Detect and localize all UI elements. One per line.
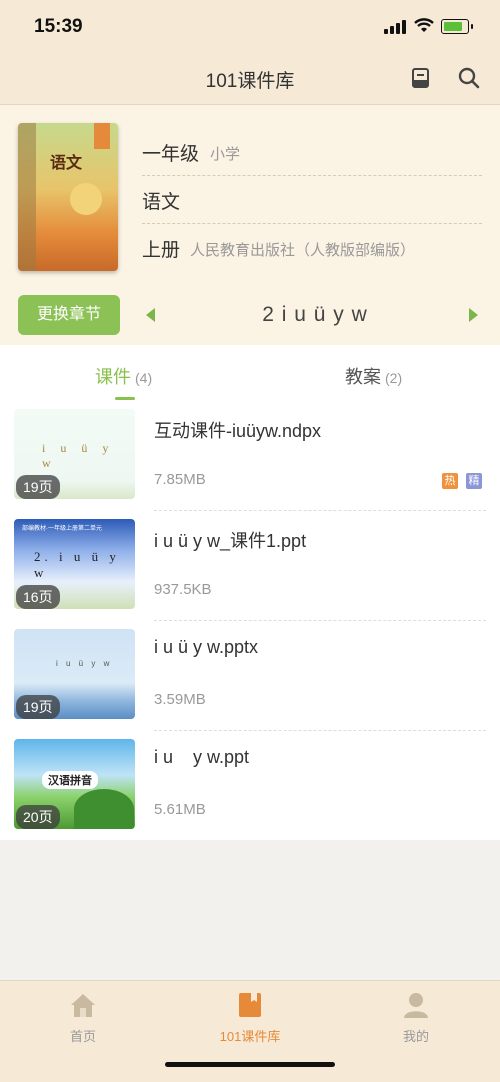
thumbnail-header: 部编教材·一年级上册第二单元 bbox=[22, 526, 102, 532]
cover-title: 语文 bbox=[50, 155, 83, 172]
battery-icon bbox=[441, 19, 473, 34]
featured-badge: 精 bbox=[466, 473, 482, 489]
hot-badge: 热 bbox=[442, 473, 458, 489]
book-cover[interactable]: 语文 bbox=[18, 123, 118, 271]
document-icon[interactable] bbox=[410, 67, 432, 89]
file-name: 互动课件-iuüyw.ndpx bbox=[154, 421, 322, 441]
prev-chapter-icon[interactable] bbox=[146, 308, 155, 322]
library-icon bbox=[239, 993, 261, 1017]
list-item[interactable]: i u ü y w 19页 互动课件-iuüyw.ndpx 7.85MB 热 精 bbox=[0, 401, 500, 511]
file-name: i u ü y w.pptx bbox=[154, 637, 259, 657]
nav-bar: 101课件库 bbox=[0, 52, 500, 105]
volume: 上册 bbox=[142, 240, 181, 261]
book-info: 语文 一年级 小学 语文 上册 人民教育出版社（人教版部编版） 更换章节 2 i… bbox=[0, 105, 500, 345]
tab-courseware[interactable]: 课件 (4) bbox=[95, 363, 152, 389]
thumbnail-text: i u ü y w bbox=[56, 659, 113, 668]
thumbnail-text: i u ü y w bbox=[42, 441, 115, 470]
file-size: 3.59MB bbox=[154, 691, 206, 708]
tab-indicator bbox=[115, 397, 135, 400]
page-count: 16页 bbox=[16, 585, 60, 609]
page-count: 20页 bbox=[16, 805, 60, 829]
next-chapter-icon[interactable] bbox=[469, 308, 478, 322]
grade: 一年级 bbox=[142, 144, 200, 165]
tab-lesson-plan-count: (2) bbox=[385, 370, 403, 386]
home-indicator bbox=[165, 1062, 335, 1067]
file-size: 937.5KB bbox=[154, 581, 212, 598]
tabbar-item-library[interactable]: 101课件库 bbox=[200, 991, 300, 1045]
list-item[interactable]: 部编教材·一年级上册第二单元 2. i u ü y w 16页 i u ü y … bbox=[0, 511, 500, 621]
file-name: i u y w.ppt bbox=[154, 747, 250, 767]
change-chapter-button[interactable]: 更换章节 bbox=[18, 295, 120, 335]
status-bar: 15:39 bbox=[0, 0, 500, 52]
home-icon bbox=[71, 994, 95, 1017]
profile-icon bbox=[404, 993, 428, 1018]
tab-courseware-count: (4) bbox=[135, 370, 153, 386]
subject-row: 语文 bbox=[142, 175, 482, 224]
tabbar-label-library: 101课件库 bbox=[219, 1029, 281, 1044]
file-size: 5.61MB bbox=[154, 801, 206, 818]
tab-courseware-label: 课件 bbox=[95, 367, 131, 387]
status-time: 15:39 bbox=[34, 16, 83, 37]
search-icon[interactable] bbox=[457, 66, 481, 90]
signal-icon bbox=[384, 20, 410, 34]
subject: 语文 bbox=[142, 192, 181, 213]
tabbar-item-me[interactable]: 我的 bbox=[366, 991, 466, 1045]
page-count: 19页 bbox=[16, 475, 60, 499]
tab-lesson-plan[interactable]: 教案 (2) bbox=[345, 363, 402, 389]
page-count: 19页 bbox=[16, 695, 60, 719]
level: 小学 bbox=[210, 146, 241, 163]
file-size: 7.85MB bbox=[154, 471, 206, 488]
list-item[interactable]: i u ü y w 19页 i u ü y w.pptx 3.59MB bbox=[0, 621, 500, 731]
thumbnail-text: 2. i u ü y w bbox=[34, 549, 120, 580]
tabbar-label-me: 我的 bbox=[402, 1029, 429, 1044]
grade-row: 一年级 小学 bbox=[142, 127, 482, 176]
wifi-icon bbox=[414, 18, 434, 32]
thumbnail-text: 汉语拼音 bbox=[42, 771, 98, 789]
file-name: i u ü y w_课件1.ppt bbox=[154, 531, 307, 551]
tabbar-item-home[interactable]: 首页 bbox=[33, 991, 133, 1045]
tabbar-label-home: 首页 bbox=[69, 1029, 96, 1044]
content-panel: 课件 (4) 教案 (2) i u ü y w 19页 互动课件-iuüyw.ndp… bbox=[0, 345, 500, 840]
current-chapter: 2 i u ü y w bbox=[262, 303, 368, 326]
tab-lesson-plan-label: 教案 bbox=[345, 367, 381, 387]
list-item[interactable]: 汉语拼音 20页 i u y w.ppt 5.61MB bbox=[0, 731, 500, 841]
volume-row: 上册 人民教育出版社（人教版部编版） bbox=[142, 223, 482, 271]
publisher: 人民教育出版社（人教版部编版） bbox=[190, 242, 416, 259]
